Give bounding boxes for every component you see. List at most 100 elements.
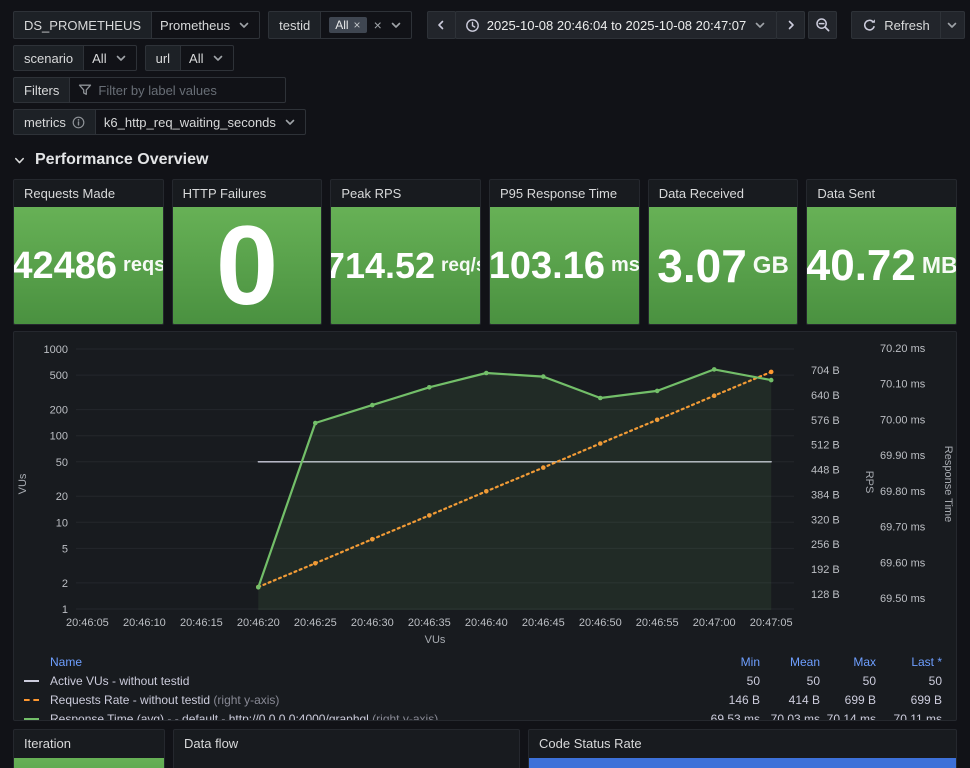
panel-iteration: Iteration	[13, 729, 165, 768]
var-url-select[interactable]: All	[181, 45, 234, 71]
stat-value: 42486 reqs	[14, 207, 163, 324]
svg-text:20:46:55: 20:46:55	[636, 617, 679, 629]
var-testid: testid All × ×	[268, 11, 412, 39]
stat-unit: ms	[611, 254, 640, 276]
panel-title[interactable]: Data flow	[174, 730, 519, 757]
series-axis-note: (right y-axis)	[210, 692, 280, 707]
panel-title[interactable]: P95 Response Time	[490, 180, 639, 207]
time-shift-back-button[interactable]	[426, 11, 456, 39]
stat-panel-requests-made: Requests Made 42486 reqs	[13, 179, 164, 325]
stat-unit: reqs	[123, 254, 164, 276]
filter-input[interactable]	[98, 82, 278, 98]
chevron-right-icon	[788, 20, 794, 30]
legend-col-max[interactable]: Max	[820, 655, 876, 669]
legend-last-value: 699 B	[910, 692, 942, 707]
svg-text:20:46:15: 20:46:15	[180, 617, 223, 629]
section-performance-overview[interactable]: Performance Overview	[13, 149, 957, 171]
svg-text:69.50 ms: 69.50 ms	[880, 593, 926, 605]
svg-text:576 B: 576 B	[811, 415, 840, 427]
stat-value: 714.52req/s	[331, 207, 480, 324]
grafana-dashboard: DS_PROMETHEUS Prometheus testid All × ×	[0, 0, 970, 768]
legend-col-last[interactable]: Last *	[876, 655, 942, 669]
panel-title[interactable]: Peak RPS	[331, 180, 480, 207]
svg-text:5: 5	[62, 543, 68, 555]
panel-title[interactable]: Iteration	[14, 730, 164, 757]
legend-col-mean[interactable]: Mean	[760, 655, 820, 669]
refresh-interval-dropdown[interactable]	[940, 11, 965, 39]
var-datasource-label: DS_PROMETHEUS	[13, 11, 153, 39]
testid-chip-all[interactable]: All ×	[329, 17, 367, 33]
submenu-row-3: Filters	[13, 77, 957, 103]
series-swatch[interactable]	[24, 680, 39, 683]
legend-col-min[interactable]: Min	[702, 655, 760, 669]
stat-value: 0	[172, 207, 322, 324]
time-range-text: 2025-10-08 20:46:04 to 2025-10-08 20:47:…	[486, 17, 747, 33]
bottom-panels-row: Iteration Data flow Code Status Rate	[13, 729, 957, 768]
metrics-label-text: metrics	[24, 114, 66, 130]
stat-value: 103.16 ms	[490, 207, 639, 324]
time-shift-forward-button[interactable]	[776, 11, 806, 39]
var-testid-select[interactable]: All × ×	[321, 11, 412, 39]
section-title: Performance Overview	[35, 151, 209, 168]
var-testid-label: testid	[268, 11, 322, 39]
legend-mean-value: 70.03 ms	[770, 711, 820, 721]
panel-title[interactable]: Data Sent	[807, 180, 956, 207]
refresh-button[interactable]: Refresh	[851, 11, 941, 39]
var-scenario-select[interactable]: All	[84, 45, 137, 71]
funnel-icon	[79, 84, 92, 95]
legend-header: Name Min Mean Max Last *	[24, 652, 942, 671]
svg-text:10: 10	[56, 517, 68, 529]
remove-value-icon[interactable]: ×	[354, 18, 361, 32]
stat-panel-http-failures: HTTP Failures 0	[171, 179, 323, 325]
timeseries-chart[interactable]: 1000 500 200 100 50 20 10 5 2 1 704 B 640 B 576 B 512…	[14, 334, 956, 651]
legend-max-value: 699 B	[844, 692, 876, 707]
var-scenario-value: All	[92, 50, 107, 66]
legend-mean-value: 50	[806, 673, 820, 688]
info-icon[interactable]	[72, 116, 85, 129]
var-url-value: All	[189, 50, 204, 66]
chevron-down-icon	[285, 119, 295, 125]
legend-row: Response Time (avg) - - default - http:/…	[24, 709, 942, 721]
clear-all-icon[interactable]: ×	[374, 18, 382, 32]
series-swatch[interactable]	[24, 718, 39, 720]
svg-text:69.90 ms: 69.90 ms	[880, 450, 926, 462]
series-name[interactable]: Active VUs - without testid	[50, 674, 702, 688]
panel-title[interactable]: Code Status Rate	[529, 730, 956, 757]
svg-text:70.10 ms: 70.10 ms	[880, 379, 926, 391]
var-scenario-label: scenario	[13, 45, 85, 71]
stat-panel-p95-response-time: P95 Response Time 103.16 ms	[489, 179, 640, 325]
svg-text:69.60 ms: 69.60 ms	[880, 557, 926, 569]
metrics-select[interactable]: k6_http_req_waiting_seconds	[95, 109, 306, 135]
legend-min-value: 146 B	[728, 692, 760, 707]
svg-text:100: 100	[50, 431, 68, 443]
svg-text:20:46:45: 20:46:45	[522, 617, 565, 629]
svg-text:20:46:05: 20:46:05	[66, 617, 109, 629]
series-swatch-cell	[24, 712, 50, 720]
svg-text:512 B: 512 B	[811, 440, 840, 452]
var-datasource-select[interactable]: Prometheus	[152, 11, 261, 39]
zoom-out-icon	[816, 18, 830, 32]
panel-title[interactable]: Requests Made	[14, 180, 163, 207]
panel-title[interactable]: Data Received	[649, 180, 798, 207]
var-metrics-label: metrics	[13, 109, 96, 135]
time-range-picker[interactable]: 2025-10-08 20:46:04 to 2025-10-08 20:47:…	[454, 11, 778, 39]
submenu-row-1: DS_PROMETHEUS Prometheus testid All × ×	[13, 11, 965, 39]
svg-text:Response Time: Response Time	[942, 446, 954, 522]
zoom-out-button[interactable]	[808, 11, 838, 39]
metrics-value: k6_http_req_waiting_seconds	[103, 114, 276, 130]
legend-col-name[interactable]: Name	[50, 655, 702, 669]
stat-value: 40.72 MB	[807, 207, 956, 324]
series-name[interactable]: Requests Rate - without testid (right y-…	[50, 693, 702, 707]
testid-chip-label: All	[335, 18, 349, 32]
legend-row: Active VUs - without testid 50 50 50 50	[24, 671, 942, 690]
series-name[interactable]: Response Time (avg) - - default - http:/…	[50, 712, 702, 721]
stat-panel-data-sent: Data Sent 40.72 MB	[806, 179, 958, 325]
stat-unit: MB	[921, 252, 958, 278]
series-swatch[interactable]	[24, 699, 39, 702]
chevron-down-icon	[391, 22, 401, 28]
series-swatch-cell	[24, 693, 50, 707]
gauge-bar	[14, 758, 164, 768]
svg-text:20:46:25: 20:46:25	[294, 617, 337, 629]
svg-text:128 B: 128 B	[811, 589, 840, 601]
timeseries-panel: 1000 500 200 100 50 20 10 5 2 1 704 B 640 B 576 B 512…	[13, 331, 957, 721]
